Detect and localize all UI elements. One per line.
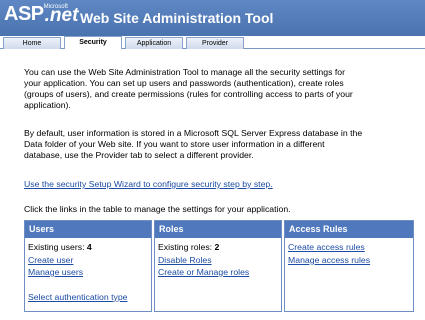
existing-roles-row: Existing roles: 2 <box>158 241 278 254</box>
users-column: Users Existing users: 4 Create user Mana… <box>24 220 152 312</box>
aspnet-logo: ASP Microsoft .net <box>4 3 79 31</box>
tab-home[interactable]: Home <box>3 37 61 49</box>
existing-users-label: Existing users: <box>28 242 87 252</box>
access-rules-column: Access Rules Create access rules Manage … <box>284 220 414 312</box>
existing-roles-label: Existing roles: <box>158 242 215 252</box>
logo-net-text: .net <box>44 5 79 26</box>
roles-heading: Roles <box>155 221 281 238</box>
existing-roles-count: 2 <box>214 242 220 252</box>
create-user-link[interactable]: Create user <box>28 255 73 265</box>
tab-provider[interactable]: Provider <box>186 37 244 49</box>
storage-paragraph: By default, user information is stored i… <box>24 128 416 161</box>
manage-access-rules-link[interactable]: Manage access rules <box>288 255 370 265</box>
roles-column: Roles Existing roles: 2 Disable Roles Cr… <box>154 220 282 312</box>
storage-line: Data folder of your Web site. If you wan… <box>24 139 325 149</box>
intro-line: You can use the Web Site Administration … <box>24 67 345 77</box>
users-heading: Users <box>25 221 151 238</box>
roles-body: Existing roles: 2 Disable Roles Create o… <box>155 238 281 279</box>
tab-application[interactable]: Application <box>125 37 183 49</box>
manage-users-link[interactable]: Manage users <box>28 267 83 277</box>
security-management-table: Users Existing users: 4 Create user Mana… <box>24 220 414 312</box>
intro-paragraph: You can use the Web Site Administration … <box>24 67 416 111</box>
security-wizard-link[interactable]: Use the security Setup Wizard to configu… <box>24 179 273 189</box>
create-access-rules-link[interactable]: Create access rules <box>288 242 365 252</box>
intro-line: (groups of users), and create permission… <box>24 89 353 99</box>
existing-users-row: Existing users: 4 <box>28 241 148 254</box>
select-auth-type-link[interactable]: Select authentication type <box>28 292 128 302</box>
logo-asp-text: ASP <box>4 3 44 25</box>
logo-net-block: Microsoft .net <box>44 3 79 27</box>
tab-security[interactable]: Security <box>64 36 122 49</box>
intro-line: your application. You can set up users a… <box>24 78 344 88</box>
tab-strip: Home Security Application Provider <box>0 36 425 49</box>
disable-roles-link[interactable]: Disable Roles <box>158 255 212 265</box>
app-header: ASP Microsoft .net Web Site Administrati… <box>0 0 425 36</box>
wizard-link-row: Use the security Setup Wizard to configu… <box>24 179 416 190</box>
page-title: Web Site Administration Tool <box>80 10 274 26</box>
table-intro: Click the links in the table to manage t… <box>24 204 291 214</box>
create-manage-roles-link[interactable]: Create or Manage roles <box>158 267 249 277</box>
storage-line: database, use the Provider tab to select… <box>24 150 254 160</box>
intro-line: application). <box>24 100 71 110</box>
existing-users-count: 4 <box>86 242 92 252</box>
storage-line: By default, user information is stored i… <box>24 128 363 138</box>
access-rules-body: Create access rules Manage access rules <box>285 238 413 266</box>
access-rules-heading: Access Rules <box>285 221 413 238</box>
users-body: Existing users: 4 Create user Manage use… <box>25 238 151 303</box>
